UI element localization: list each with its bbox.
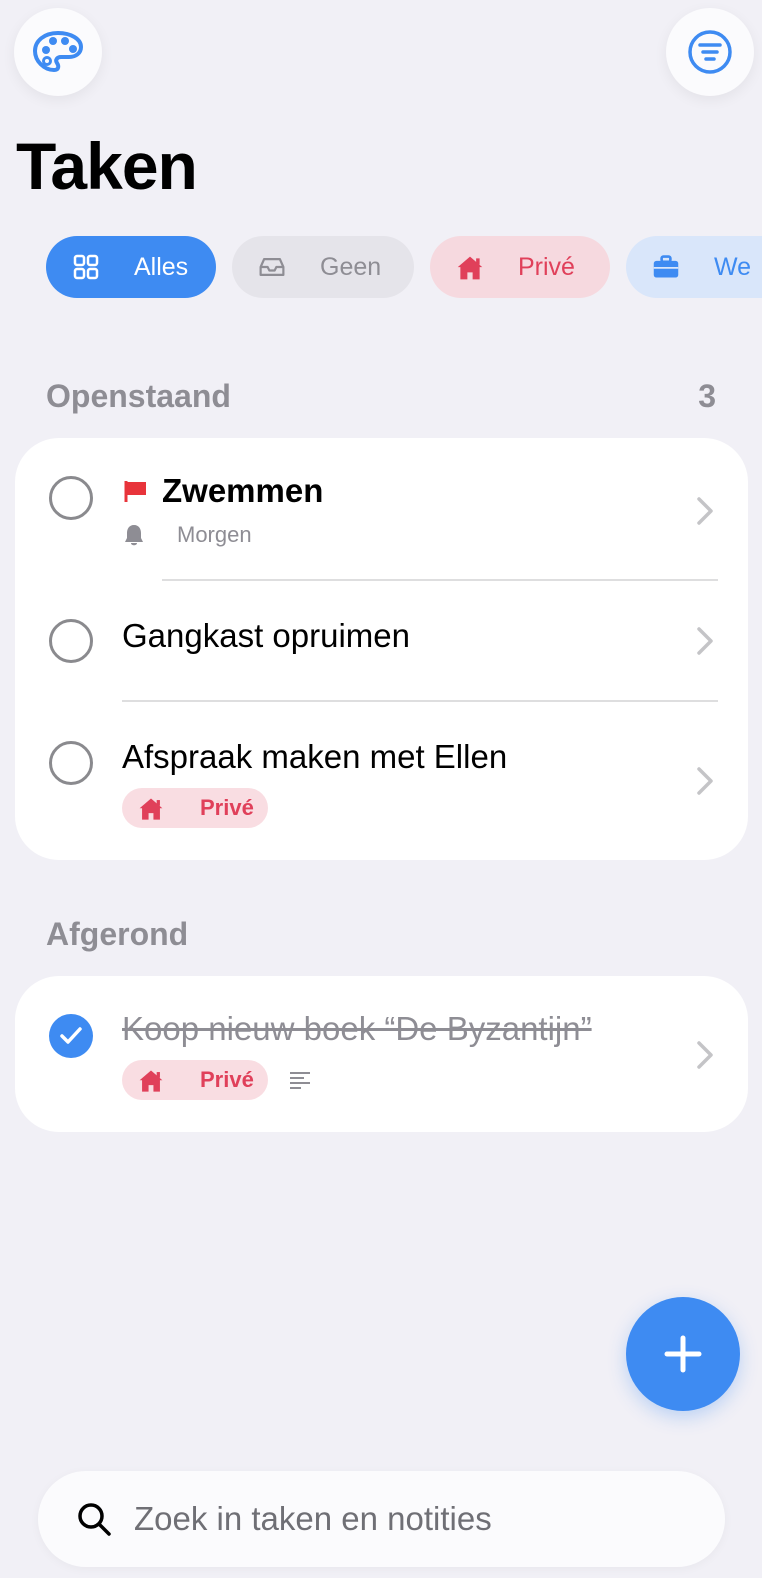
section-header-open: Openstaand 3 — [46, 378, 716, 415]
house-icon — [138, 1068, 164, 1092]
filter-lines-icon — [688, 30, 732, 74]
filter-chip-label: Privé — [518, 252, 575, 281]
chevron-right-icon — [697, 1041, 713, 1069]
notes-icon — [290, 1072, 310, 1089]
filter-chip-none[interactable]: Geen — [232, 236, 414, 298]
category-tag-private: Privé — [122, 1060, 268, 1100]
section-count: 3 — [698, 378, 716, 414]
section-title: Openstaand — [46, 378, 231, 414]
open-tasks-card: Zwemmen Morgen Gangkast opruimen Afspraa… — [15, 438, 748, 860]
grid-icon — [72, 253, 100, 281]
plus-icon — [664, 1335, 702, 1373]
reminder-label: Morgen — [177, 522, 252, 547]
chevron-right-icon — [697, 627, 713, 655]
theme-button[interactable] — [14, 8, 102, 96]
search-input[interactable] — [134, 1500, 694, 1538]
filter-chip-private[interactable]: Privé — [430, 236, 610, 298]
palette-icon — [33, 31, 83, 72]
task-row[interactable]: Afspraak maken met Ellen Privé — [15, 702, 748, 860]
chevron-right-icon — [697, 767, 713, 795]
briefcase-icon — [652, 253, 680, 281]
section-header-done: Afgerond — [46, 916, 716, 953]
task-checkbox[interactable] — [49, 476, 93, 520]
task-row[interactable]: Zwemmen Morgen — [15, 438, 748, 580]
flag-icon — [124, 481, 146, 502]
inbox-tray-icon — [258, 253, 286, 281]
search-icon — [78, 1503, 111, 1536]
task-row[interactable]: Gangkast opruimen — [15, 581, 748, 701]
filter-chip-all[interactable]: Alles — [46, 236, 216, 298]
task-title: Zwemmen — [162, 472, 324, 509]
checkmark-icon — [60, 1027, 82, 1044]
section-title: Afgerond — [46, 916, 189, 952]
page-title: Taken — [16, 129, 198, 203]
filter-chips: Alles Geen Privé We — [46, 236, 762, 298]
tag-label: Privé — [200, 1067, 254, 1092]
tag-label: Privé — [200, 795, 254, 820]
task-checkbox[interactable] — [49, 741, 93, 785]
task-reminder: Morgen — [123, 522, 252, 548]
filter-chip-label: We — [714, 252, 752, 281]
search-bar[interactable] — [38, 1471, 725, 1567]
add-task-button[interactable] — [626, 1297, 740, 1411]
task-checkbox[interactable] — [49, 619, 93, 663]
filter-chip-label: Alles — [134, 252, 189, 281]
house-icon — [138, 796, 164, 820]
filter-menu-button[interactable] — [666, 8, 754, 96]
house-icon — [456, 253, 484, 281]
category-tag-private: Privé — [122, 788, 268, 828]
done-tasks-card: Koop nieuw boek “De Byzantijn” Privé — [15, 976, 748, 1132]
task-checkbox-checked[interactable] — [49, 1014, 93, 1058]
task-title: Koop nieuw boek “De Byzantijn” — [122, 1010, 592, 1047]
filter-chip-work[interactable]: We — [626, 236, 762, 298]
task-title: Afspraak maken met Ellen — [122, 738, 508, 775]
task-title: Gangkast opruimen — [122, 617, 410, 654]
filter-chip-label: Geen — [320, 252, 382, 281]
chevron-right-icon — [697, 497, 713, 525]
bell-icon — [125, 525, 143, 546]
task-row[interactable]: Koop nieuw boek “De Byzantijn” Privé — [15, 976, 748, 1132]
